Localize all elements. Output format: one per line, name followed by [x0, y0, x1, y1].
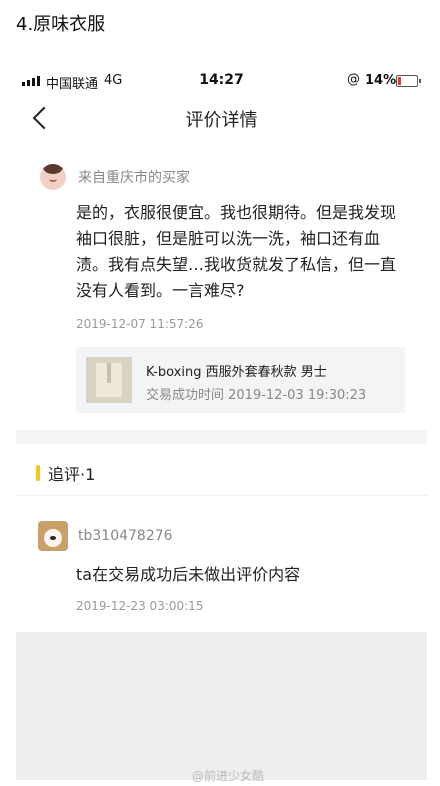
- battery-level: [398, 77, 401, 85]
- follow-up-user-row: tb310478276: [38, 521, 173, 551]
- page-title: 评价详情: [185, 110, 258, 131]
- rotation-lock-icon: @: [347, 72, 360, 87]
- nav-bar: 评价详情: [16, 98, 427, 138]
- follow-up-heading: 追评·1: [48, 465, 96, 484]
- caption-title: 4.原味衣服: [16, 14, 106, 35]
- product-title: K-boxing 西服外套春秋款 男士: [146, 365, 327, 380]
- user-id: tb310478276: [78, 528, 173, 544]
- status-bar: 中国联通 4G 14:27 @ 14%: [16, 66, 427, 96]
- product-thumbnail: [86, 357, 132, 403]
- phone-screen: 中国联通 4G 14:27 @ 14% 评价详情 来自重庆市的买家 是的，衣服很…: [16, 58, 427, 786]
- watermark: @前进少女酷: [192, 769, 265, 783]
- divider-line: [16, 495, 427, 496]
- accent-bar: [36, 465, 40, 481]
- follow-up-header: 追评·1: [36, 461, 95, 485]
- review-time: 2019-12-07 11:57:26: [76, 317, 204, 331]
- battery-icon: [396, 75, 421, 87]
- user-avatar[interactable]: [38, 521, 68, 551]
- empty-content-area: [16, 632, 427, 780]
- section-divider: [16, 430, 427, 444]
- product-card[interactable]: K-boxing 西服外套春秋款 男士 交易成功时间 2019-12-03 19…: [76, 347, 405, 413]
- follow-up-time: 2019-12-23 03:00:15: [76, 599, 204, 613]
- buyer-row: 来自重庆市的买家: [40, 164, 190, 190]
- follow-up-text: ta在交易成功后未做出评价内容: [76, 565, 301, 584]
- buyer-avatar[interactable]: [40, 164, 66, 190]
- buyer-label: 来自重庆市的买家: [78, 170, 190, 186]
- battery-percent: 14%: [365, 73, 397, 88]
- review-text: 是的，衣服很便宜。我也很期待。但是我发现袖口很脏，但是脏可以洗一洗，袖口还有血渍…: [76, 203, 397, 300]
- product-trade-time: 交易成功时间 2019-12-03 19:30:23: [146, 388, 367, 403]
